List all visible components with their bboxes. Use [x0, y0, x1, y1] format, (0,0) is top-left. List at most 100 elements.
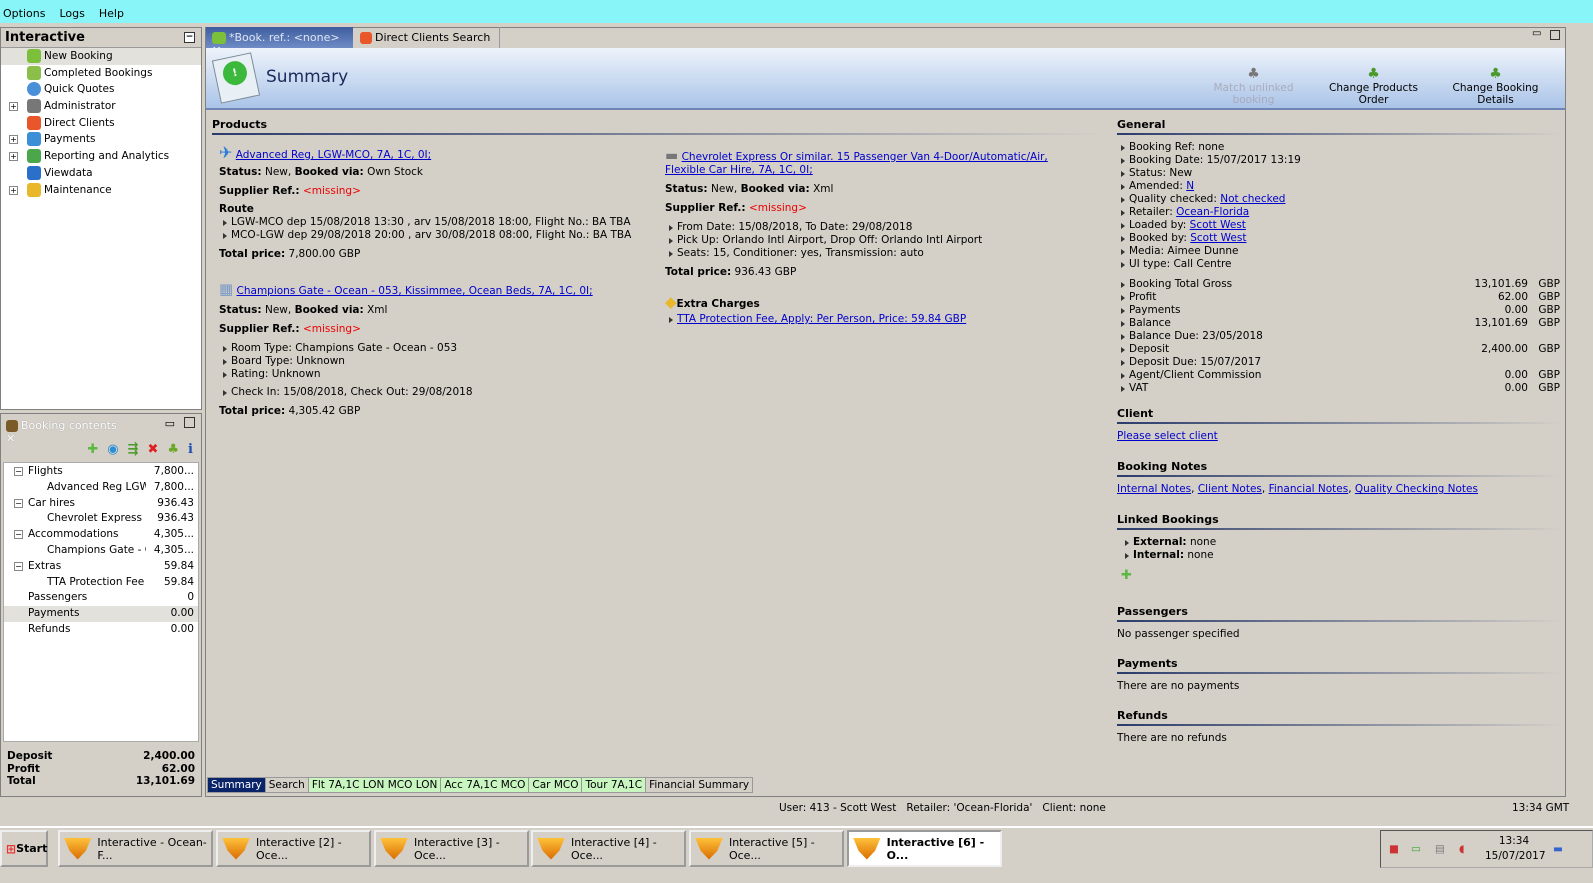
- minimize-button[interactable]: −: [184, 32, 195, 43]
- flight-link[interactable]: Advanced Reg, LGW-MCO, 7A, 1C, 0I;: [236, 149, 431, 161]
- internal-notes-link[interactable]: Internal Notes: [1117, 483, 1191, 495]
- taskbar-item[interactable]: Interactive [3] - Oce...: [374, 830, 529, 867]
- extra-charge-link[interactable]: TTA Protection Fee, Apply: Per Person, P…: [677, 313, 966, 325]
- booking-contents-tab[interactable]: Booking contents ✕: [2, 415, 132, 445]
- expand-icon[interactable]: +: [9, 152, 18, 162]
- tree-row-payments[interactable]: Payments 0.00: [4, 606, 198, 622]
- bottom-tab-search[interactable]: Search: [264, 778, 308, 792]
- info-link[interactable]: Not checked: [1220, 193, 1285, 205]
- expand-icon[interactable]: +: [9, 185, 18, 195]
- financial-row: Booking Total Gross 13,101.69 GBP: [1117, 278, 1560, 291]
- close-icon[interactable]: ✕: [6, 432, 15, 445]
- menu-help[interactable]: Help: [99, 7, 124, 20]
- tree-row-accommodation-item[interactable]: Champions Gate - Oce4,305...: [4, 543, 198, 559]
- cart-icon[interactable]: ⇶: [128, 442, 139, 462]
- info-value: New: [1169, 167, 1193, 179]
- info-icon: [27, 165, 41, 180]
- change-booking-details-button[interactable]: ♣ Change Booking Details: [1438, 66, 1553, 106]
- nav-item-new-booking[interactable]: New Booking: [1, 48, 201, 65]
- client-notes-link[interactable]: Client Notes: [1198, 483, 1262, 495]
- car-link[interactable]: Chevrolet Express Or similar. 15 Passeng…: [665, 151, 1048, 176]
- nav-item-payments[interactable]: + Payments: [1, 131, 201, 148]
- quality-checking-notes-link[interactable]: Quality Checking Notes: [1355, 483, 1478, 495]
- nav-item-reporting[interactable]: + Reporting and Analytics: [1, 148, 201, 165]
- tree-row-passengers[interactable]: Passengers 0: [4, 590, 198, 606]
- tree-row-flight-item[interactable]: Advanced Reg LGW>M7,800...: [4, 480, 198, 496]
- bottom-tab-flight[interactable]: Flt 7A,1C LON MCO LON: [307, 778, 441, 792]
- printer-icon[interactable]: ▤: [1435, 843, 1445, 855]
- tree-row-extra-item[interactable]: TTA Protection Fee 59.84: [4, 575, 198, 591]
- financial-row: Deposit Due: 15/07/2017: [1117, 356, 1560, 369]
- nav-item-completed-bookings[interactable]: Completed Bookings: [1, 65, 201, 82]
- expand-icon[interactable]: +: [9, 135, 18, 145]
- minimize-button[interactable]: ▭: [1532, 28, 1541, 39]
- booking-contents-tree: −Flights7,800... Advanced Reg LGW>M7,800…: [3, 462, 199, 742]
- nav-item-direct-clients[interactable]: Direct Clients: [1, 115, 201, 132]
- taskbar-item[interactable]: Interactive - Ocean-F...: [58, 830, 213, 867]
- taskbar-item[interactable]: Interactive [2] - Oce...: [216, 830, 371, 867]
- tab-direct-clients-search[interactable]: Direct Clients Search: [354, 27, 500, 48]
- nav-item-viewdata[interactable]: Viewdata: [1, 165, 201, 182]
- tray-icon[interactable]: ■: [1389, 843, 1399, 855]
- financial-label: Agent/Client Commission: [1129, 369, 1262, 381]
- tree-row-car-item[interactable]: Chevrolet Express Or936.43: [4, 511, 198, 527]
- info-value: 15/07/2017 13:19: [1206, 154, 1301, 166]
- menu-logs[interactable]: Logs: [59, 7, 84, 20]
- general-info-row: Booking Ref: none: [1117, 141, 1560, 154]
- financial-value: 0.00: [1504, 304, 1528, 316]
- minimize-button[interactable]: ▭: [165, 417, 175, 430]
- currency: GBP: [1538, 343, 1560, 355]
- hotel-link[interactable]: Champions Gate - Ocean - 053, Kissimmee,…: [237, 285, 593, 297]
- info-link[interactable]: Scott West: [1190, 219, 1246, 231]
- add-linked-booking-icon[interactable]: ✚: [1121, 568, 1560, 583]
- bottom-tab-summary[interactable]: Summary: [208, 778, 265, 792]
- refunds-section: Refunds There are no refunds: [1117, 709, 1560, 744]
- start-button[interactable]: ⊞ Start: [0, 830, 48, 867]
- financial-notes-link[interactable]: Financial Notes: [1269, 483, 1349, 495]
- select-client-link[interactable]: Please select client: [1117, 430, 1218, 442]
- nav-item-administrator[interactable]: + Administrator: [1, 98, 201, 115]
- add-icon[interactable]: ✚: [87, 442, 98, 462]
- nav-item-maintenance[interactable]: + Maintenance: [1, 182, 201, 199]
- suitcase-icon: [6, 420, 18, 432]
- tree-row-extras[interactable]: − Extras 59.84: [4, 559, 198, 575]
- info-link[interactable]: N: [1186, 180, 1194, 192]
- financial-value: 0.00: [1504, 369, 1528, 381]
- taskbar-item[interactable]: Interactive [4] - Oce...: [531, 830, 686, 867]
- tree-row-car-hires[interactable]: − Car hires 936.43: [4, 496, 198, 512]
- nav-item-quick-quotes[interactable]: Quick Quotes: [1, 81, 201, 98]
- tree-row-flights[interactable]: − Flights 7,800...: [4, 464, 198, 480]
- collapse-icon[interactable]: −: [14, 561, 23, 571]
- delete-icon[interactable]: ✖: [147, 442, 158, 462]
- info-link[interactable]: Ocean-Florida: [1176, 206, 1249, 218]
- info-link[interactable]: Scott West: [1190, 232, 1246, 244]
- volume-icon[interactable]: ◖: [1459, 843, 1465, 855]
- maximize-button[interactable]: [184, 417, 195, 428]
- change-products-order-button[interactable]: ♣ Change Products Order: [1316, 66, 1431, 106]
- match-unlinked-booking-button[interactable]: ♣ Match unlinked booking: [1196, 66, 1311, 106]
- tree-row-refunds[interactable]: Refunds 0.00: [4, 622, 198, 638]
- collapse-icon[interactable]: −: [14, 530, 23, 540]
- palm-icon[interactable]: ♣: [167, 442, 179, 462]
- nav-title: Interactive: [5, 30, 85, 45]
- info-icon[interactable]: i: [188, 442, 193, 462]
- general-section: General Booking Ref: none Booking Date: 1…: [1117, 118, 1560, 394]
- bottom-tab-accommodation[interactable]: Acc 7A,1C MCO: [440, 778, 529, 792]
- collapse-icon[interactable]: −: [14, 467, 23, 476]
- bottom-tab-financial-summary[interactable]: Financial Summary: [645, 778, 752, 792]
- taskbar-item-active[interactable]: Interactive [6] - O...: [847, 830, 1002, 867]
- bottom-tab-car[interactable]: Car MCO: [528, 778, 582, 792]
- status-text: User: 413 - Scott West Retailer: 'Ocean-…: [779, 802, 1106, 814]
- show-desktop-icon[interactable]: ▬: [1553, 843, 1563, 855]
- collapse-icon[interactable]: −: [14, 498, 23, 508]
- menu-options[interactable]: Options: [3, 7, 45, 20]
- taskbar-item[interactable]: Interactive [5] - Oce...: [689, 830, 844, 867]
- expand-icon[interactable]: +: [9, 102, 18, 112]
- maximize-button[interactable]: [1550, 30, 1560, 40]
- refresh-icon[interactable]: ◉: [107, 442, 118, 462]
- tree-row-accommodations[interactable]: − Accommodations 4,305...: [4, 527, 198, 543]
- tab-booking[interactable]: *Book. ref.: <none> ✕: [206, 27, 353, 57]
- network-icon[interactable]: ▭: [1411, 843, 1421, 855]
- bottom-tab-tour[interactable]: Tour 7A,1C: [581, 778, 646, 792]
- financial-label: Payments: [1129, 304, 1181, 316]
